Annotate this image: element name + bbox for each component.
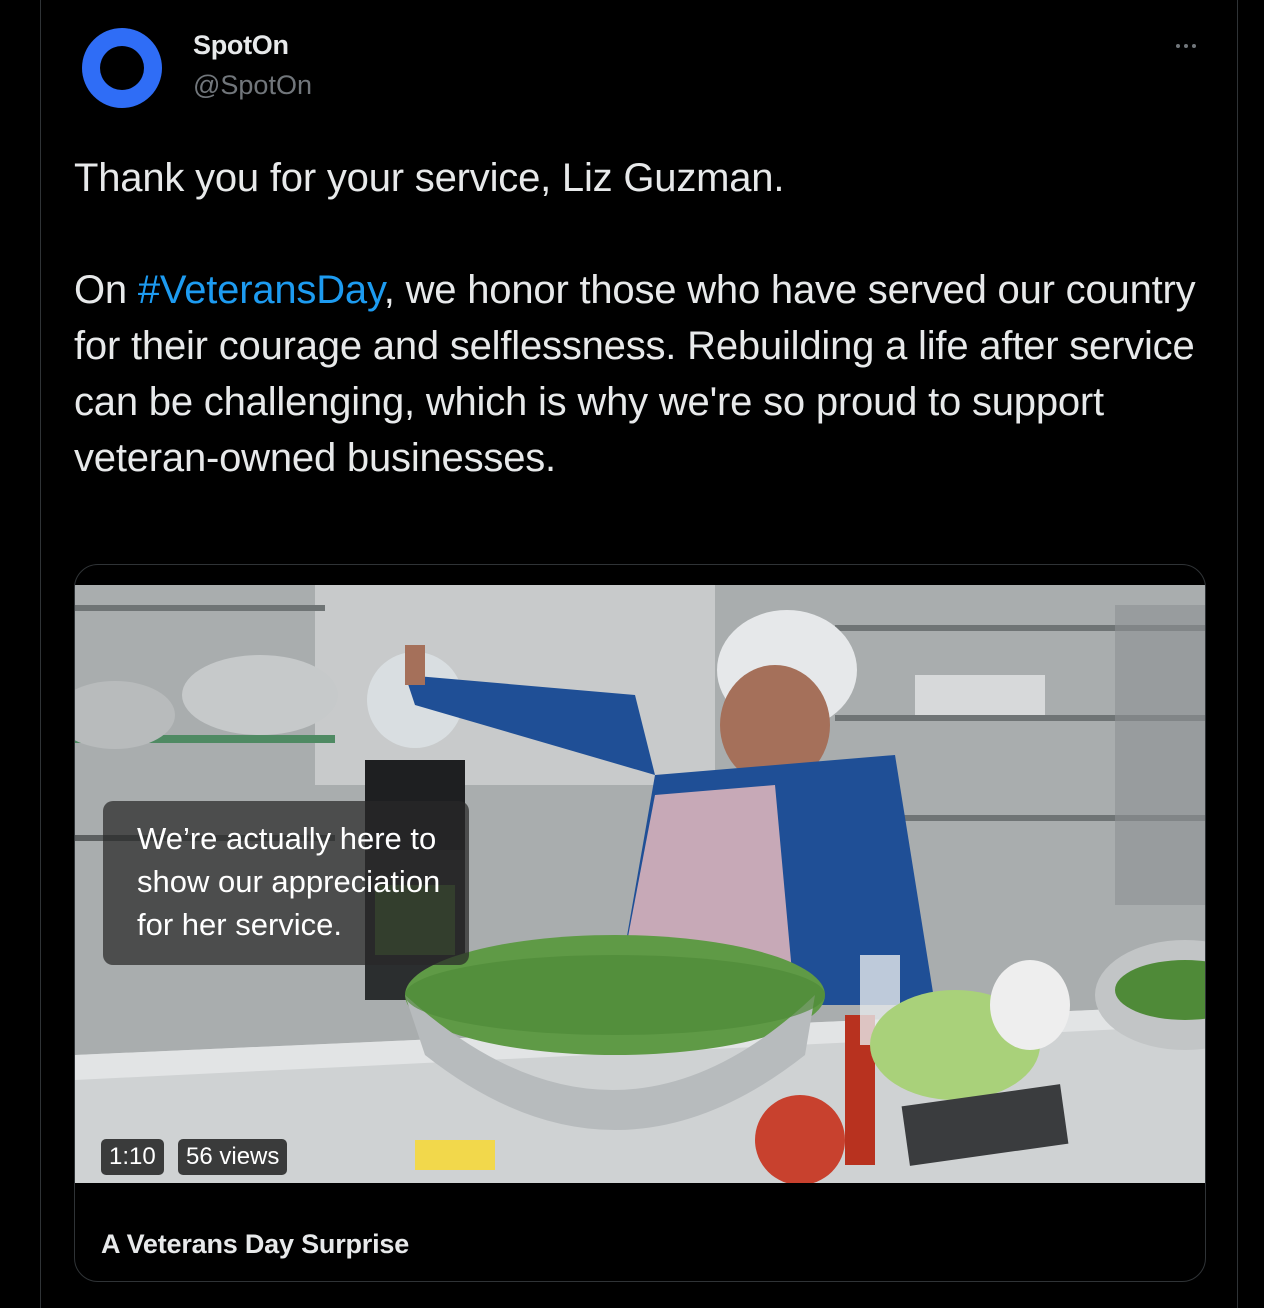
caption-line-1: We’re actually here to — [137, 821, 437, 856]
author-handle[interactable]: @SpotOn — [193, 70, 312, 101]
caption-line-3: for her service. — [137, 907, 343, 942]
caption-line-2: show our appreciation — [137, 864, 441, 899]
video-duration-badge: 1:10 — [101, 1139, 164, 1175]
video-title[interactable]: A Veterans Day Surprise — [101, 1229, 409, 1260]
author-display-name[interactable]: SpotOn — [193, 30, 289, 61]
video-player[interactable]: We’re actually here to show our apprecia… — [75, 585, 1205, 1183]
tweet-text: Thank you for your service, Liz Guzman. … — [74, 150, 1214, 486]
avatar[interactable] — [82, 28, 162, 108]
spoton-logo-icon — [82, 28, 162, 108]
more-options-icon[interactable] — [1166, 26, 1206, 66]
hashtag-link[interactable]: #VeteransDay — [138, 268, 384, 312]
video-caption: We’re actually here to show our apprecia… — [103, 801, 469, 965]
tweet-line-1: Thank you for your service, Liz Guzman. — [74, 156, 785, 200]
video-card[interactable]: We’re actually here to show our apprecia… — [74, 564, 1206, 1282]
video-views-badge: 56 views — [178, 1139, 288, 1175]
tweet-paragraph-2: On #VeteransDay, we honor those who have… — [74, 262, 1214, 486]
tweet-text-prefix: On — [74, 268, 138, 312]
